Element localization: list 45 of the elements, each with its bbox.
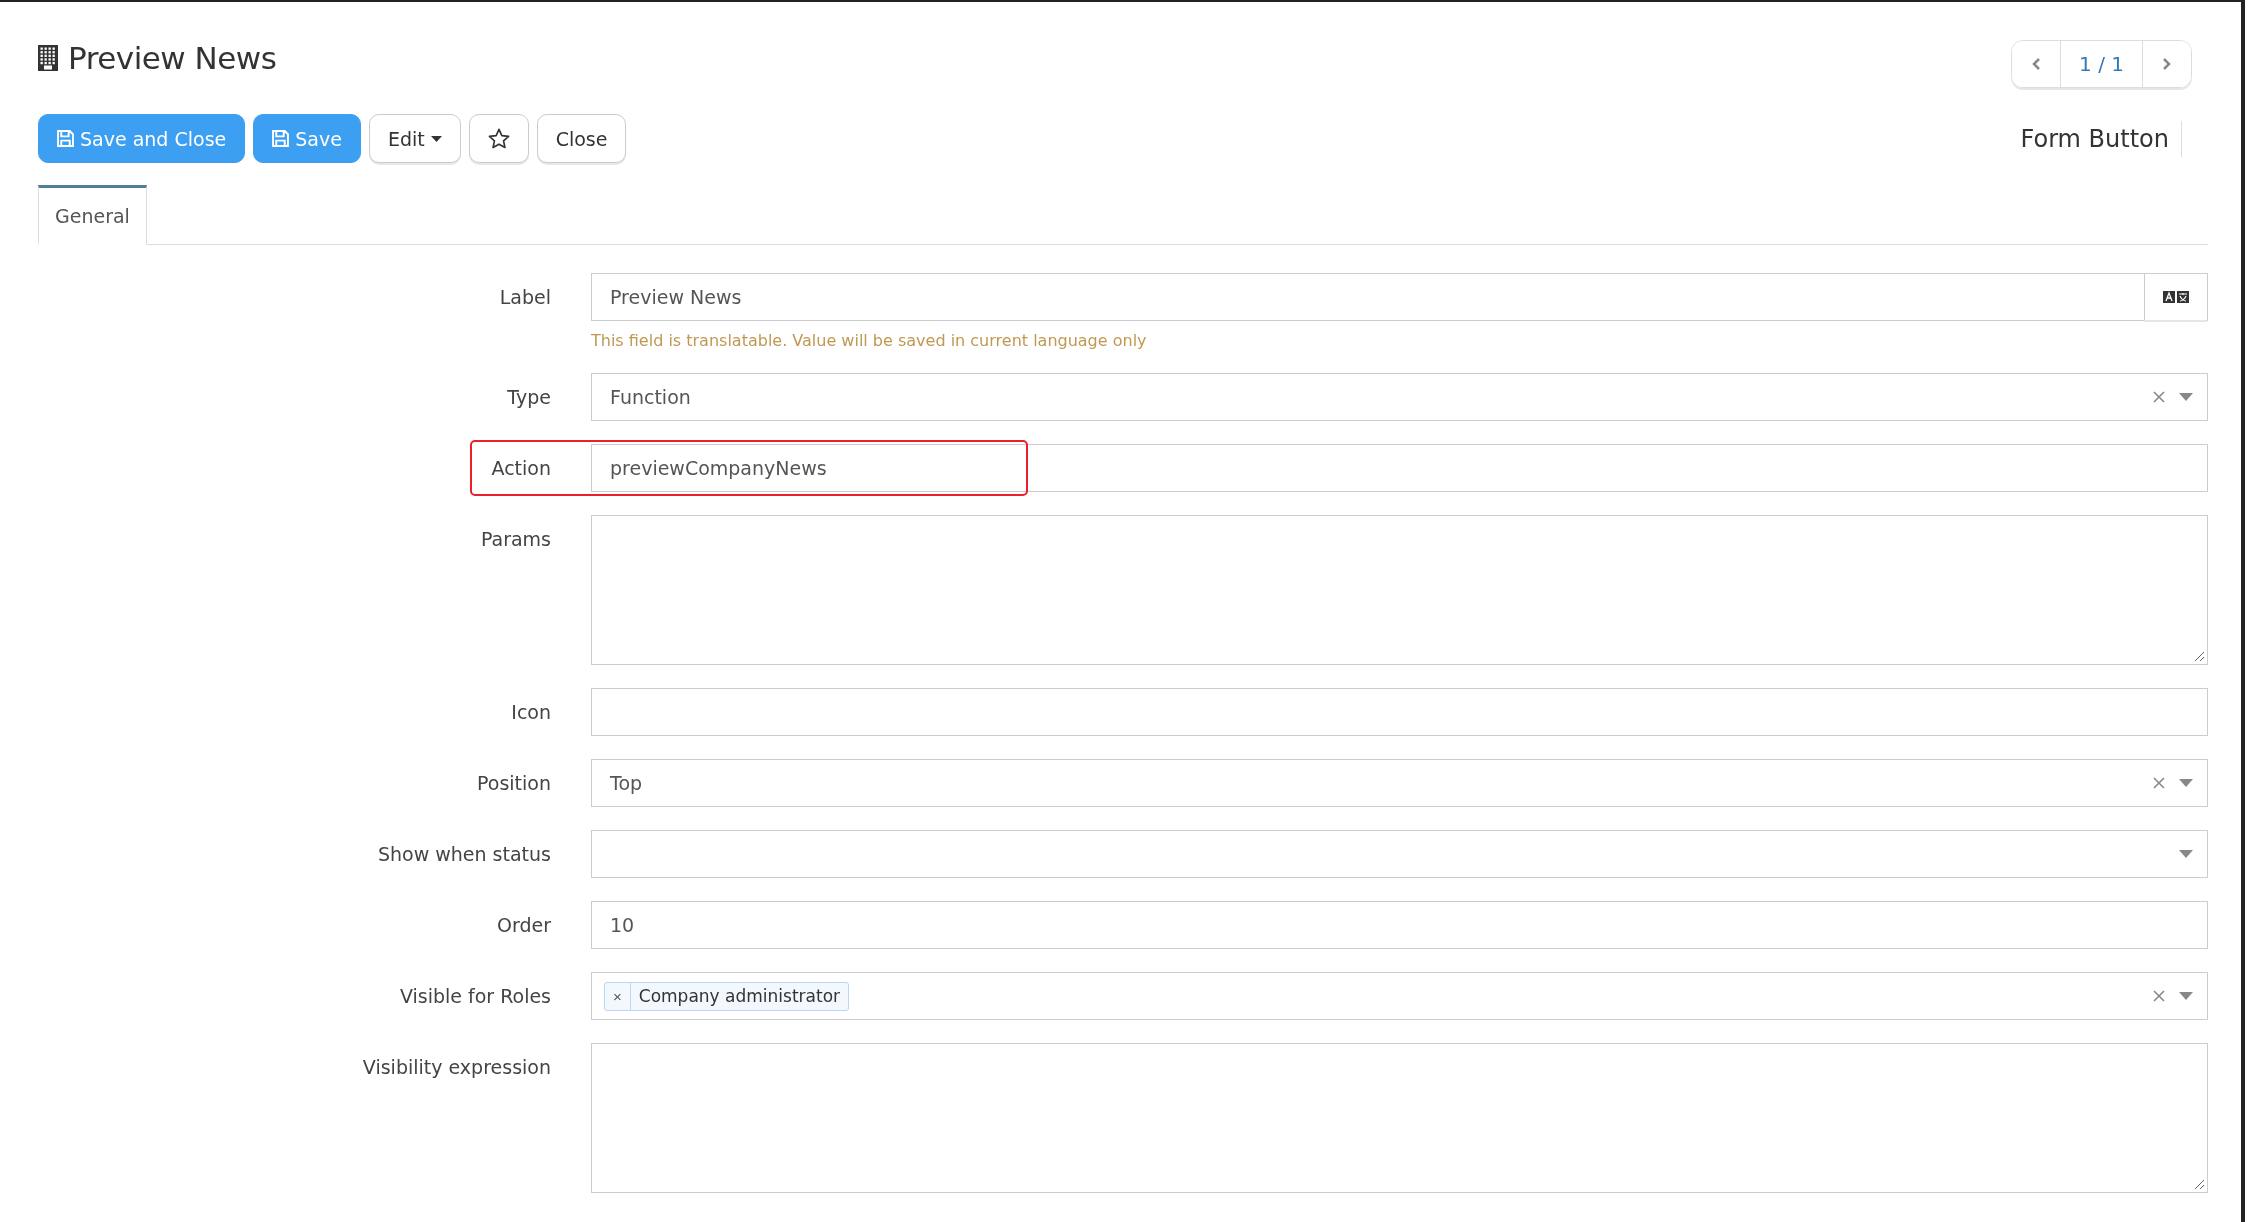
caret-icon[interactable] [2179,779,2193,787]
select-field[interactable]: Function [591,373,2208,421]
field-label: Show when status [376,842,551,865]
caret-icon[interactable] [2179,992,2193,1000]
tab[interactable]: General [38,185,147,245]
caret-icon[interactable] [2179,393,2193,401]
clear-icon[interactable] [2153,777,2165,789]
field-label: Order [496,913,551,936]
select-field[interactable]: Top [591,759,2208,807]
field-label: Action [490,456,551,479]
field-label: Visible for Roles [398,984,551,1007]
building-icon [38,45,58,71]
translate-button[interactable] [2144,274,2207,320]
resize-handle-icon[interactable] [2193,1178,2205,1190]
help-text: This field is translatable. Value will be saved in current language only [591,331,1148,350]
model-name: Form Button [2020,120,2182,157]
field-label: Params [479,527,551,550]
input-field[interactable]: Preview News [591,273,2208,321]
input-field[interactable]: 10 [591,901,2208,949]
edit-button[interactable]: Edit [368,114,461,163]
save-icon [57,130,74,147]
remove-tag-button[interactable]: × [605,982,631,1010]
field-label: Label [498,285,551,308]
resize-handle-icon[interactable] [2193,650,2205,662]
input-field[interactable] [591,688,2208,736]
caret-icon[interactable] [2179,850,2193,858]
save-icon [272,130,290,147]
caret-icon [430,135,442,142]
field-label: Position [476,771,551,794]
input-field[interactable]: previewCompanyNews [591,444,2208,492]
field-label: Icon [510,700,551,723]
translate-icon [2163,291,2189,303]
role-tag: × Company administrator [604,981,850,1011]
page-title: Preview News [68,40,277,76]
field-label: Type [506,385,551,408]
field-label: Visibility expression [361,1055,551,1078]
select-field[interactable] [591,830,2208,878]
chevron-left-icon [2031,57,2042,71]
close-button[interactable]: Close [536,114,627,163]
favorite-button[interactable] [468,114,529,163]
star-icon [487,128,510,149]
chevron-right-icon [2162,57,2172,71]
tag-select-field[interactable]: × Company administrator [591,972,2208,1020]
clear-icon[interactable] [2153,990,2165,1002]
clear-icon[interactable] [2153,391,2165,403]
